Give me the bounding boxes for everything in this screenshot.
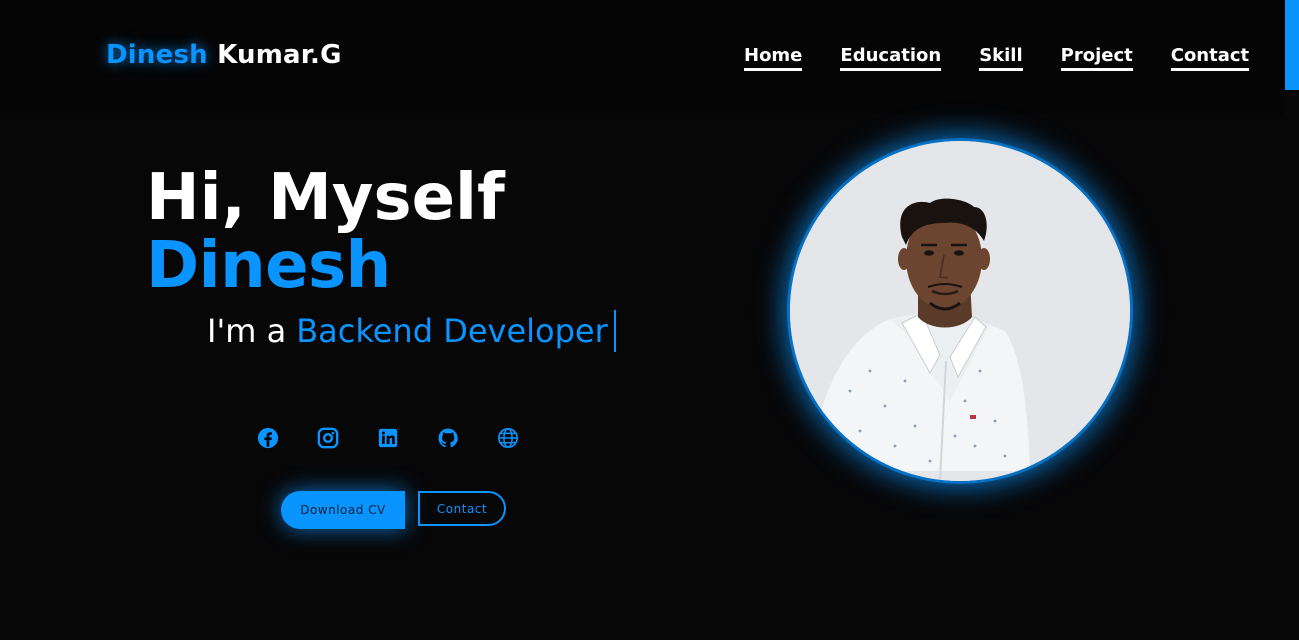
download-cv-button[interactable]: Download CV: [281, 491, 405, 529]
hero-role-line: I'm a Backend Developer: [207, 310, 616, 352]
typing-cursor: [613, 310, 616, 352]
social-links: [257, 427, 519, 449]
nav-link-skill[interactable]: Skill: [979, 46, 1023, 71]
hero-heading: Hi, Myself Dinesh: [146, 164, 505, 300]
profile-photo: [790, 141, 1130, 481]
role-typed-text: Backend Developer: [296, 312, 608, 350]
main-nav: Home Education Skill Project Contact: [744, 46, 1250, 71]
brand-logo[interactable]: Dinesh Kumar.G: [106, 40, 342, 70]
nav-link-contact[interactable]: Contact: [1170, 46, 1250, 71]
brand-first-name: Dinesh: [106, 40, 208, 70]
contact-button[interactable]: Contact: [418, 491, 506, 526]
nav-link-home[interactable]: Home: [744, 46, 803, 71]
page-scrollbar-thumb[interactable]: [1285, 0, 1299, 90]
instagram-icon: [317, 427, 339, 449]
brand-last-name: Kumar.G: [217, 40, 342, 70]
site-header: Dinesh Kumar.G Home Education Skill Proj…: [0, 0, 1285, 115]
github-icon: [438, 428, 458, 448]
facebook-link[interactable]: [257, 427, 279, 449]
hero-name: Dinesh: [146, 229, 391, 303]
hero-actions: Download CV Contact: [281, 491, 506, 529]
profile-portrait-image: [790, 141, 1130, 481]
role-prefix: I'm a: [207, 312, 287, 350]
github-link[interactable]: [437, 427, 459, 449]
website-link[interactable]: [497, 427, 519, 449]
nav-link-education[interactable]: Education: [840, 46, 942, 71]
hero-greeting: Hi, Myself: [146, 161, 505, 235]
instagram-link[interactable]: [317, 427, 339, 449]
facebook-icon: [257, 427, 279, 449]
globe-icon: [498, 428, 518, 448]
portfolio-page: Dinesh Kumar.G Home Education Skill Proj…: [0, 0, 1299, 640]
linkedin-link[interactable]: [377, 427, 399, 449]
nav-link-project[interactable]: Project: [1060, 46, 1133, 71]
linkedin-icon: [378, 428, 398, 448]
